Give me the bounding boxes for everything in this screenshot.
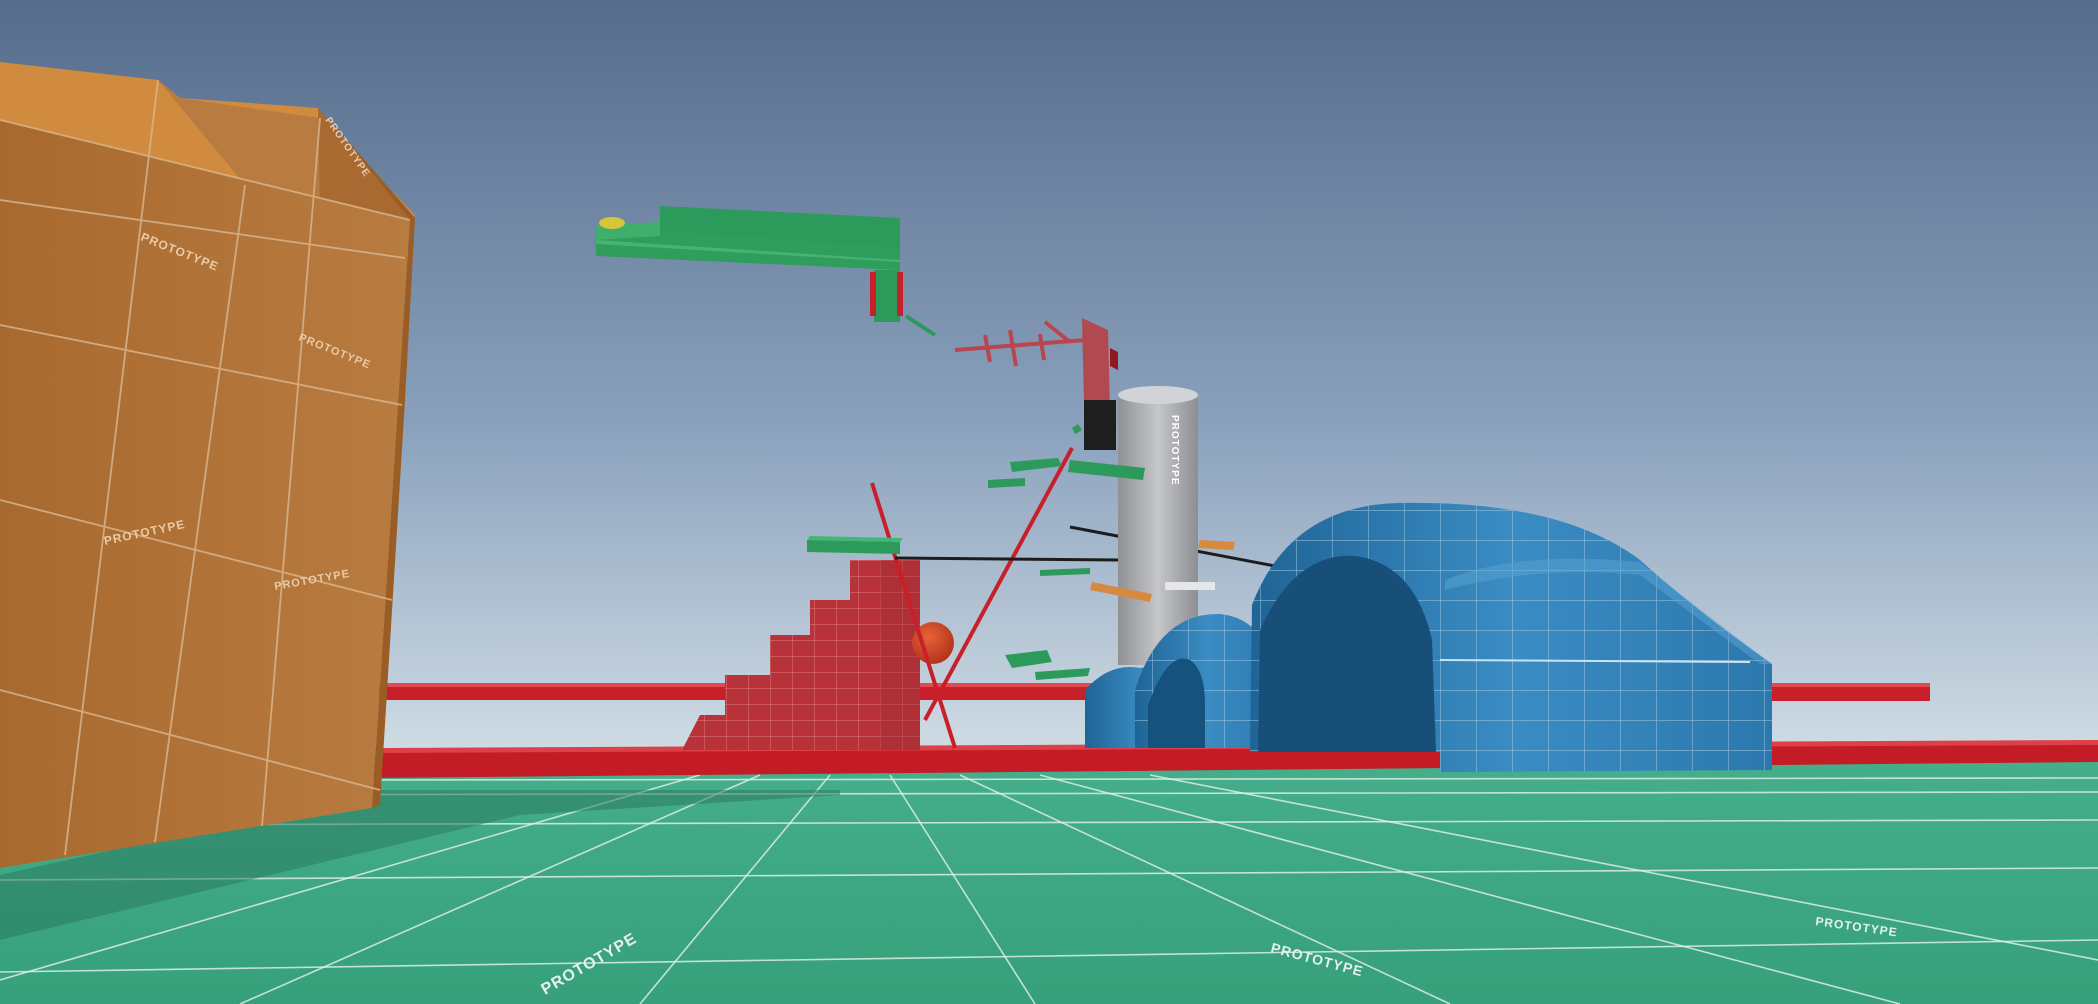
orange-prototype-block[interactable]: PROTOTYPE PROTOTYPE PROTOTYPE PROTOTYPE … bbox=[0, 62, 415, 868]
white-small-platform bbox=[1165, 582, 1215, 590]
game-viewport[interactable]: PROTOTYPE PROTOTYPE PROTOTYPE PROTOTYPE … bbox=[0, 0, 2098, 1004]
red-rail-right-segment bbox=[1755, 689, 1930, 701]
cylinder-prototype-label: PROTOTYPE bbox=[1169, 415, 1180, 486]
